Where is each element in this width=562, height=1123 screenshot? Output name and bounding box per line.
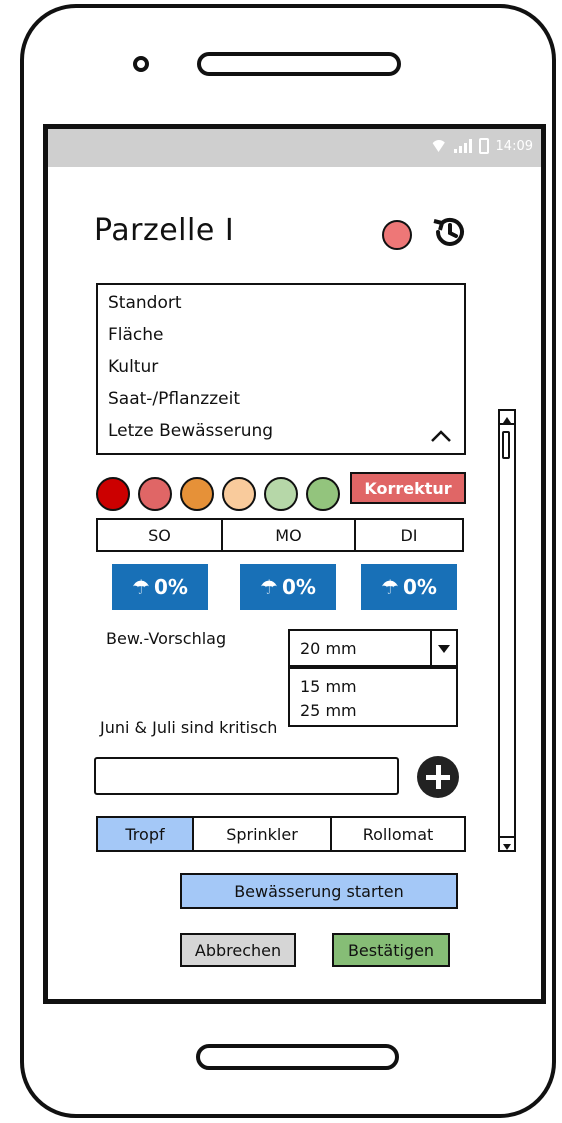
notes-input[interactable] — [94, 757, 399, 795]
status-dot[interactable] — [96, 477, 130, 511]
start-irrigation-button[interactable]: Bewässerung starten — [180, 873, 458, 909]
battery-icon — [478, 138, 489, 154]
status-dot[interactable] — [264, 477, 298, 511]
list-item[interactable]: Standort — [108, 293, 182, 313]
list-item[interactable]: Kultur — [108, 357, 158, 377]
status-dot[interactable] — [306, 477, 340, 511]
status-time: 14:09 — [495, 138, 533, 154]
scroll-up-arrow-icon[interactable] — [500, 411, 514, 425]
segment-tropf[interactable]: Tropf — [98, 818, 192, 850]
list-item[interactable]: Letze Bewässerung — [108, 421, 273, 441]
status-dot[interactable] — [222, 477, 256, 511]
select-option[interactable]: 25 mm — [300, 701, 357, 720]
scroll-down-arrow-icon[interactable] — [500, 836, 514, 850]
camera-icon — [133, 56, 149, 72]
select-option[interactable]: 15 mm — [300, 677, 357, 696]
speaker-grille — [197, 52, 401, 76]
hint-text: Juni & Juli sind kritisch — [100, 718, 278, 737]
rain-badge: ☂ 0% — [240, 564, 336, 610]
select-options[interactable]: 15 mm 25 mm — [288, 667, 458, 727]
irrigation-type-selector: Tropf Sprinkler Rollomat — [96, 816, 466, 852]
list-item[interactable]: Fläche — [108, 325, 164, 345]
info-list[interactable]: Standort Fläche Kultur Saat-/Pflanzzeit … — [96, 283, 466, 455]
umbrella-icon: ☂ — [381, 575, 399, 599]
confirm-button[interactable]: Bestätigen — [332, 933, 450, 967]
segment-rollomat[interactable]: Rollomat — [330, 818, 464, 850]
rain-value: 0% — [153, 575, 188, 599]
cancel-button[interactable]: Abbrechen — [180, 933, 296, 967]
chevron-down-icon[interactable] — [430, 631, 456, 665]
bew-vorschlag-label: Bew.-Vorschlag — [106, 629, 227, 648]
scroll-thumb[interactable] — [502, 431, 510, 459]
scrollbar[interactable] — [498, 409, 516, 852]
segment-sprinkler[interactable]: Sprinkler — [192, 818, 330, 850]
status-bar: 14:09 — [48, 129, 541, 167]
day-di[interactable]: DI — [354, 520, 462, 550]
day-mo[interactable]: MO — [221, 520, 354, 550]
select-value: 20 mm — [300, 638, 357, 658]
list-item[interactable]: Saat-/Pflanzzeit — [108, 389, 240, 409]
day-tabs: SO MO DI — [96, 518, 464, 552]
status-icons: 14:09 — [431, 138, 533, 154]
rain-badge: ☂ 0% — [112, 564, 208, 610]
chevron-up-icon[interactable] — [430, 429, 452, 443]
screen: 14:09 Parzelle I Standort Fläche Kultur … — [43, 124, 546, 1004]
wifi-icon — [431, 140, 447, 152]
bew-vorschlag-select[interactable]: 20 mm — [288, 629, 458, 667]
history-icon[interactable] — [430, 213, 468, 251]
home-button[interactable] — [196, 1044, 399, 1070]
signal-icon — [453, 139, 472, 153]
rain-badge: ☂ 0% — [361, 564, 457, 610]
day-so[interactable]: SO — [98, 520, 221, 550]
status-dot[interactable] — [180, 477, 214, 511]
status-dot[interactable] — [138, 477, 172, 511]
rain-value: 0% — [402, 575, 437, 599]
rain-value: 0% — [281, 575, 316, 599]
umbrella-icon: ☂ — [260, 575, 278, 599]
umbrella-icon: ☂ — [132, 575, 150, 599]
add-icon[interactable] — [417, 756, 459, 798]
page-title: Parzelle I — [94, 213, 235, 248]
korrektur-button[interactable]: Korrektur — [350, 472, 466, 504]
status-indicator — [382, 220, 412, 250]
